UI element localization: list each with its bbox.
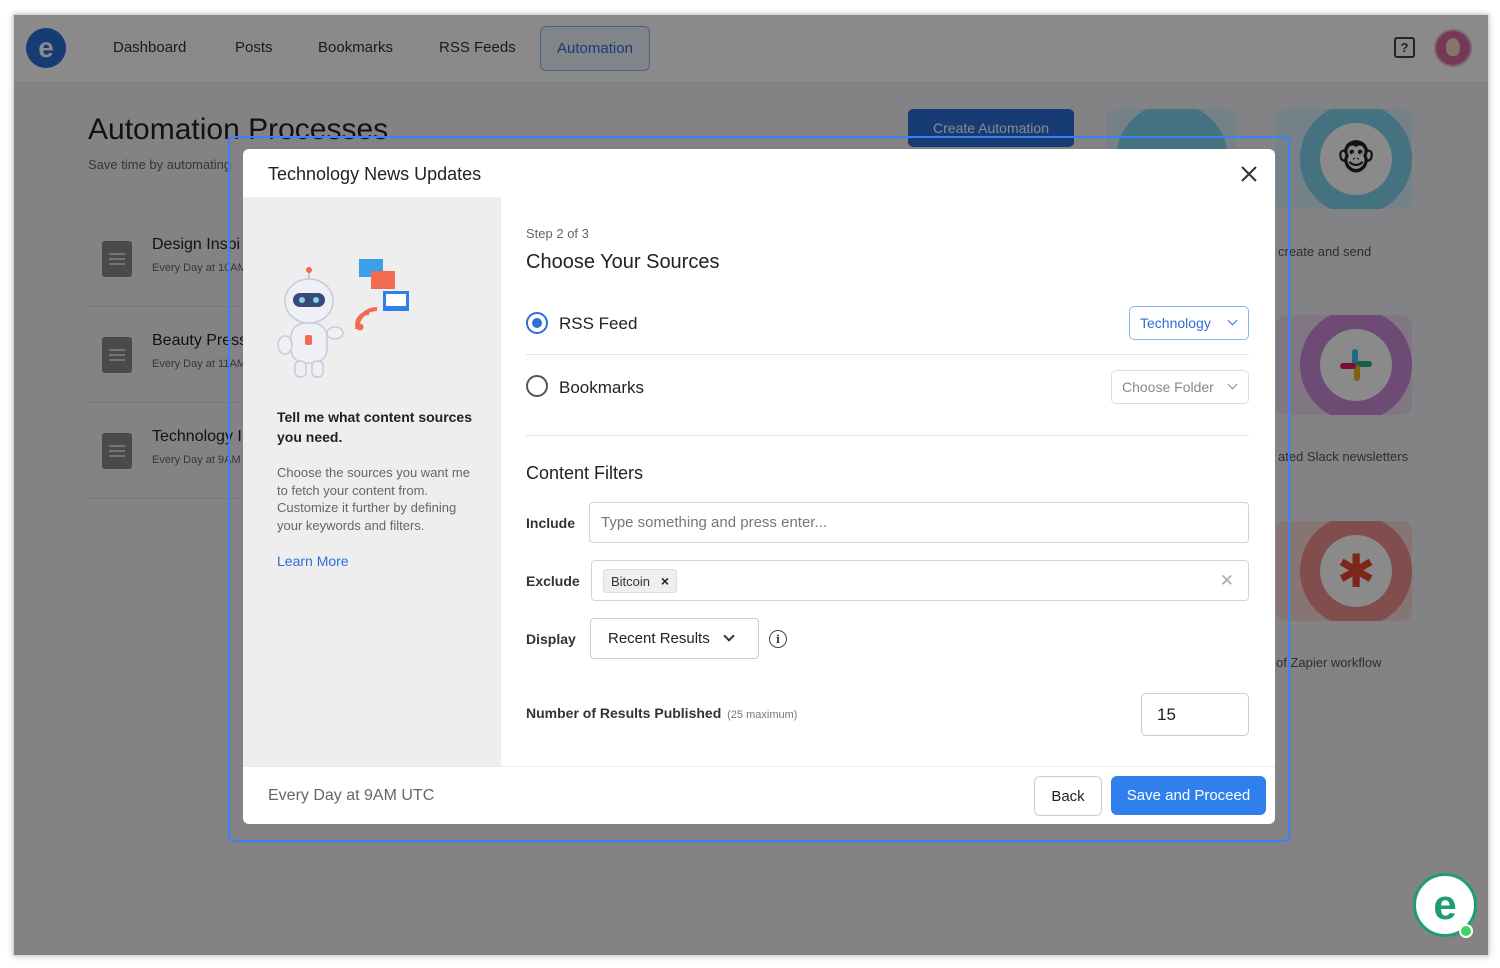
- chevron-down-icon: [1227, 379, 1238, 390]
- step-indicator: Step 2 of 3: [526, 226, 589, 241]
- folder-dropdown[interactable]: Choose Folder: [1111, 370, 1249, 404]
- chevron-down-icon: [1227, 315, 1238, 326]
- modal-title: Technology News Updates: [268, 164, 482, 184]
- back-button[interactable]: Back: [1034, 776, 1102, 816]
- rss-category-value: Technology: [1140, 315, 1211, 331]
- chevron-down-icon: [723, 630, 735, 642]
- results-max-note: (25 maximum): [727, 709, 798, 721]
- folder-placeholder: Choose Folder: [1122, 379, 1214, 395]
- automation-modal: Technology News Updates Tell me what con…: [243, 149, 1275, 824]
- exclude-tag: Bitcoin ×: [603, 569, 678, 593]
- rss-feed-radio[interactable]: [526, 312, 548, 334]
- info-sidebar: Tell me what content sources you need. C…: [243, 197, 501, 767]
- display-label: Display: [526, 631, 576, 647]
- online-status-dot: [1459, 924, 1473, 938]
- display-value: Recent Results: [608, 630, 710, 647]
- bookmarks-radio[interactable]: [526, 375, 548, 397]
- schedule-text: Every Day at 9AM UTC: [268, 787, 435, 804]
- results-count-input[interactable]: [1141, 693, 1249, 736]
- exclude-tag-label: Bitcoin: [611, 573, 651, 589]
- divider: [526, 354, 1249, 355]
- save-and-proceed-button[interactable]: Save and Proceed: [1111, 776, 1266, 815]
- rss-feed-label[interactable]: RSS Feed: [559, 314, 637, 334]
- info-icon[interactable]: i: [769, 630, 787, 648]
- results-count-text: Number of Results Published: [526, 705, 722, 721]
- footer-divider: [243, 766, 1275, 767]
- close-icon[interactable]: [1238, 163, 1260, 185]
- divider: [526, 435, 1249, 436]
- rss-category-dropdown[interactable]: Technology: [1129, 306, 1249, 340]
- remove-tag-icon[interactable]: ×: [661, 573, 669, 589]
- results-count-label: Number of Results Published (25 maximum): [526, 705, 797, 721]
- clear-icon[interactable]: ✕: [1220, 571, 1234, 591]
- include-label: Include: [526, 515, 576, 531]
- content-filters-title: Content Filters: [526, 463, 644, 483]
- exclude-input[interactable]: Bitcoin × ✕: [591, 560, 1249, 601]
- sidebar-description: Choose the sources you want me to fetch …: [277, 465, 470, 533]
- section-title: Choose Your Sources: [526, 251, 720, 273]
- display-dropdown[interactable]: Recent Results: [590, 618, 759, 659]
- exclude-label: Exclude: [526, 573, 580, 589]
- robot-rss-illustration: [277, 259, 409, 378]
- sidebar-heading: Tell me what content sources you need.: [277, 409, 473, 445]
- bookmarks-label[interactable]: Bookmarks: [559, 378, 644, 398]
- learn-more-link[interactable]: Learn More: [277, 553, 349, 569]
- include-input[interactable]: [589, 502, 1249, 543]
